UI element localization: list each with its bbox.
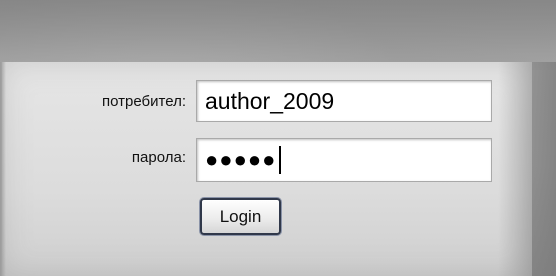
username-label: потребител: [102,93,186,110]
password-field[interactable]: ●●●●● [196,138,492,182]
password-label: парола: [131,149,186,166]
username-value: author_2009 [205,87,335,114]
username-field[interactable]: author_2009 [196,80,492,122]
panel-left-edge [0,62,6,276]
blurred-page-header [0,0,556,70]
login-button[interactable]: Login [200,198,281,235]
panel-right-shadow [498,62,556,276]
password-mask: ●●●●● [205,147,277,172]
text-caret [279,146,282,174]
